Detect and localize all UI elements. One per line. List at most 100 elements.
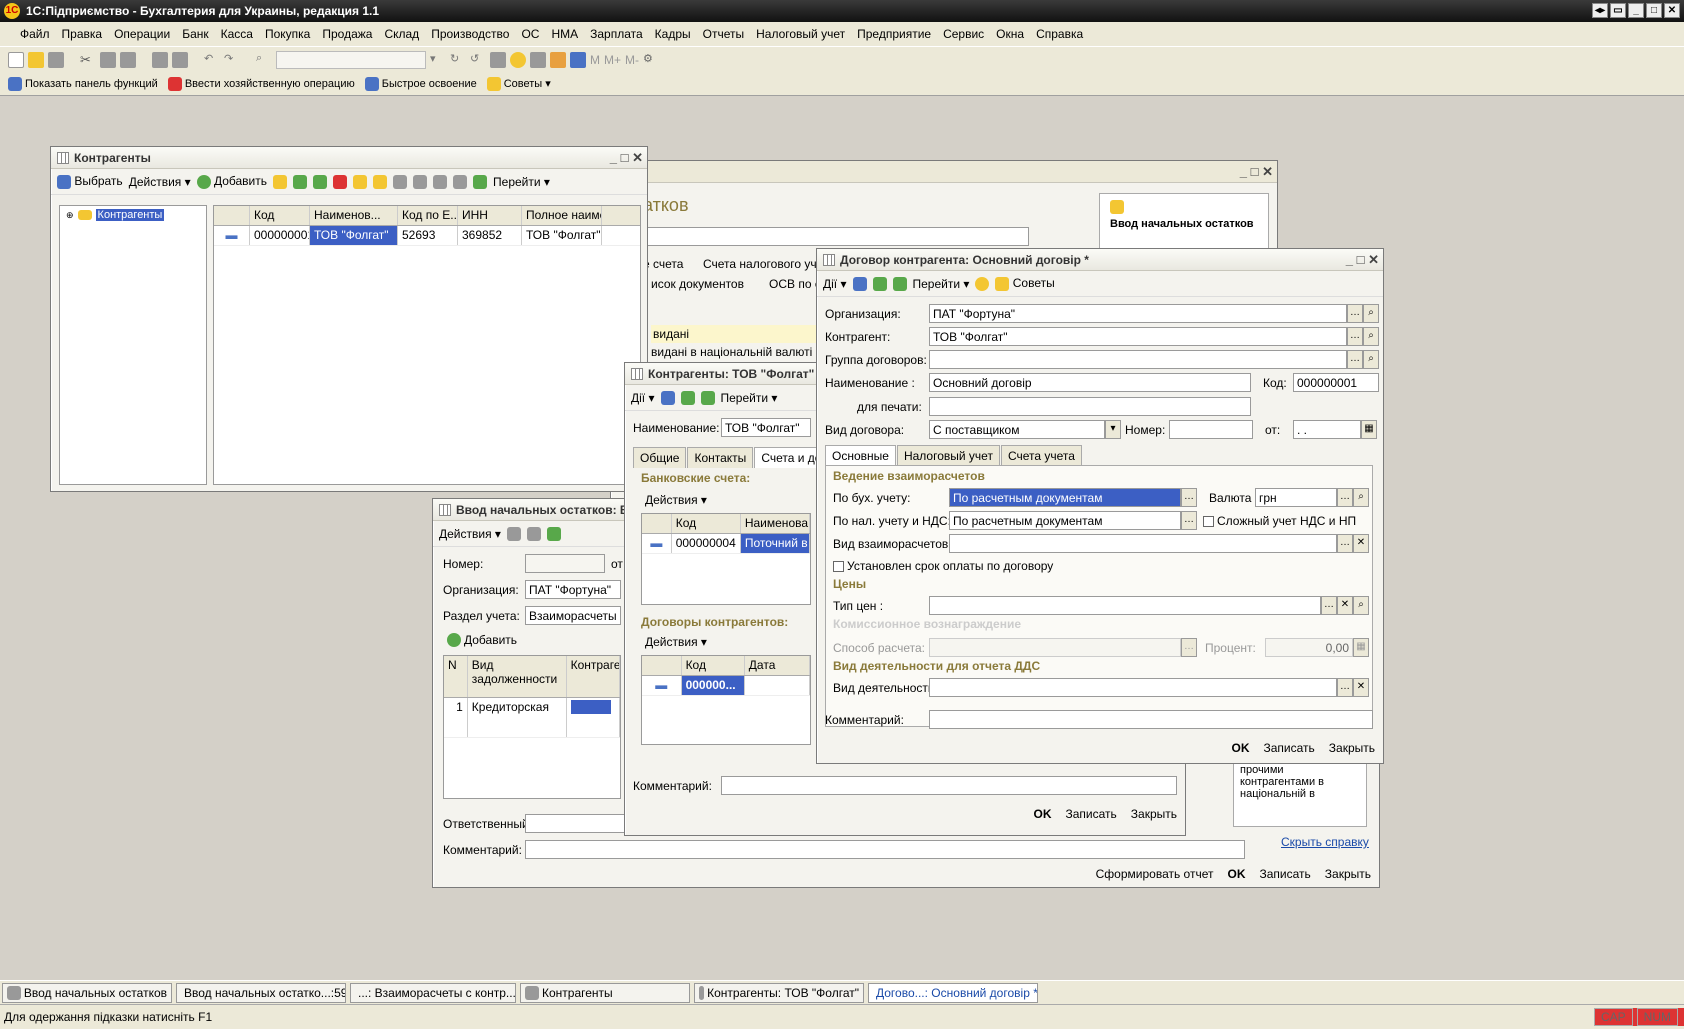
col-edrpou[interactable]: Код по Е... xyxy=(398,206,458,225)
contract-window-controls[interactable]: _ □ ✕ xyxy=(1346,252,1379,268)
filter-icon[interactable] xyxy=(393,174,408,189)
activity-field[interactable] xyxy=(929,678,1337,697)
payment-term-checkbox[interactable]: Установлен срок оплаты по договору xyxy=(833,559,1053,573)
ob-save-icon[interactable] xyxy=(546,526,561,541)
ob-add-button[interactable]: Добавить xyxy=(447,633,517,647)
ob-close-button[interactable]: Закрыть xyxy=(1325,867,1371,881)
menu-operations[interactable]: Операции xyxy=(108,27,176,41)
minimize-icon[interactable]: _ xyxy=(1628,3,1644,18)
ob-table-row[interactable]: 1 Кредиторская xyxy=(444,698,620,738)
complex-vat-checkbox[interactable]: Сложный учет НДС и НП xyxy=(1203,514,1356,528)
menu-help[interactable]: Справка xyxy=(1030,27,1089,41)
kind-dropdown-icon[interactable]: ▾ xyxy=(1105,420,1121,439)
redo-icon[interactable]: ↷ xyxy=(224,52,240,68)
clear-filter-icon[interactable] xyxy=(453,174,468,189)
activity-choose-icon[interactable]: … xyxy=(1337,678,1353,697)
currency-choose-icon[interactable]: … xyxy=(1337,488,1353,507)
contracts-actions-button[interactable]: Действия ▾ xyxy=(645,635,707,649)
menu-bank[interactable]: Банк xyxy=(176,27,214,41)
contract-save-icon[interactable] xyxy=(892,276,907,291)
quick-learning-button[interactable]: Быстрое освоение xyxy=(364,76,477,91)
calendar-picker-icon[interactable]: ▦ xyxy=(1361,420,1377,439)
contracts-row[interactable]: ▬ 000000... xyxy=(642,676,810,696)
card-save-icon[interactable] xyxy=(700,390,715,405)
table-row[interactable]: ▬ 000000001 ТОВ "Фолгат" 52693 369852 ТО… xyxy=(214,226,640,246)
task-contract[interactable]: Догово...: Основний договір * xyxy=(868,982,1038,1003)
contract-org-field[interactable]: ПАТ "Фортуна" xyxy=(929,304,1347,323)
currency-field[interactable]: грн xyxy=(1255,488,1337,507)
users-icon[interactable] xyxy=(570,51,586,68)
new-icon[interactable] xyxy=(8,51,24,68)
undo-icon[interactable]: ↶ xyxy=(204,52,220,68)
price-clear-icon[interactable]: ✕ xyxy=(1337,596,1353,615)
menu-nma[interactable]: НМА xyxy=(545,27,584,41)
level-up-icon[interactable] xyxy=(373,174,388,189)
menu-windows[interactable]: Окна xyxy=(990,27,1030,41)
tab-main[interactable]: Основные xyxy=(825,445,896,466)
filter-value-icon[interactable] xyxy=(413,174,428,189)
filter-history-icon[interactable] xyxy=(433,174,448,189)
contract-actions-button[interactable]: Дії ▾ xyxy=(823,277,847,291)
price-search-icon[interactable]: ⌕ xyxy=(1353,596,1369,615)
menu-production[interactable]: Производство xyxy=(425,27,515,41)
menu-os[interactable]: ОС xyxy=(515,27,545,41)
search-input[interactable] xyxy=(276,50,426,69)
org-search-icon[interactable]: ⌕ xyxy=(1363,304,1379,323)
copy-icon[interactable] xyxy=(100,51,116,68)
card-ok-button[interactable]: OK xyxy=(1034,807,1052,821)
find-prev-icon[interactable]: ↺ xyxy=(470,52,486,68)
chevron-down-icon[interactable]: ▾ xyxy=(430,52,446,68)
contract-kind-select[interactable]: С поставщиком xyxy=(929,420,1105,439)
contract-save-close-icon[interactable] xyxy=(852,276,867,291)
find-next-icon[interactable]: ↻ xyxy=(450,52,466,68)
menu-tax[interactable]: Налоговый учет xyxy=(750,27,851,41)
contract-code-field[interactable]: 000000001 xyxy=(1293,373,1379,392)
info-icon[interactable] xyxy=(510,51,526,68)
settle-kind-field[interactable] xyxy=(949,534,1337,553)
close-icon[interactable]: ✕ xyxy=(1664,3,1680,18)
contract-goto-button[interactable]: Перейти ▾ xyxy=(913,277,970,291)
hierarchy-icon[interactable] xyxy=(353,174,368,189)
menu-service[interactable]: Сервис xyxy=(937,27,990,41)
ob-responsible-field[interactable] xyxy=(525,814,625,833)
contract-date-field[interactable]: . . xyxy=(1293,420,1361,439)
post-icon[interactable] xyxy=(506,526,521,541)
contract-comment-field[interactable] xyxy=(929,710,1373,729)
bank-actions-button[interactable]: Действия ▾ xyxy=(645,493,707,507)
tab-accounting-accounts[interactable]: Счета учета xyxy=(1000,445,1082,466)
ob-comment-field[interactable] xyxy=(525,840,1245,859)
ob-ok-button[interactable]: OK xyxy=(1228,867,1246,881)
tax-field[interactable]: По расчетным документам xyxy=(949,511,1181,530)
task-contractors[interactable]: Контрагенты xyxy=(520,982,690,1003)
enter-operation-button[interactable]: Ввести хозяйственную операцию xyxy=(167,76,355,91)
windows-icon[interactable] xyxy=(490,51,506,68)
folder-add-icon[interactable] xyxy=(273,174,288,189)
group-search-icon[interactable]: ⌕ xyxy=(1363,350,1379,369)
menu-enterprise[interactable]: Предприятие xyxy=(851,27,937,41)
print-icon[interactable] xyxy=(152,51,168,68)
activity-clear-icon[interactable]: ✕ xyxy=(1353,678,1369,697)
contract-save-button[interactable]: Записать xyxy=(1264,741,1315,755)
menu-cash[interactable]: Касса xyxy=(215,27,259,41)
contract-tips-button[interactable]: Советы xyxy=(995,276,1055,291)
col-inn[interactable]: ИНН xyxy=(458,206,522,225)
menu-hr[interactable]: Кадры xyxy=(649,27,697,41)
menu-file[interactable]: Файл xyxy=(14,27,56,41)
task-settlements[interactable]: ...: Взаиморасчеты с контр... xyxy=(350,982,516,1003)
save-icon[interactable] xyxy=(48,51,64,68)
ob-section-field[interactable]: Взаиморасчеты с xyxy=(525,606,621,625)
task-opening-balance[interactable]: Ввод начальных остатков xyxy=(2,982,172,1003)
ob-actions-button[interactable]: Действия ▾ xyxy=(439,527,501,541)
card-save-close-icon[interactable] xyxy=(660,390,675,405)
card-refresh-icon[interactable] xyxy=(680,390,695,405)
maximize-icon[interactable]: □ xyxy=(1646,3,1662,18)
memory-minus-icon[interactable]: M- xyxy=(625,53,639,67)
settle-clear-icon[interactable]: ✕ xyxy=(1353,534,1369,553)
report-filter-input[interactable] xyxy=(621,227,1029,246)
calendar-icon[interactable] xyxy=(550,51,566,68)
card-close-button[interactable]: Закрыть xyxy=(1131,807,1177,821)
refresh-icon[interactable] xyxy=(473,174,488,189)
open-icon[interactable] xyxy=(28,51,44,68)
card-name-field[interactable]: ТОВ "Фолгат" xyxy=(721,418,811,437)
select-button[interactable]: Выбрать xyxy=(57,174,123,189)
